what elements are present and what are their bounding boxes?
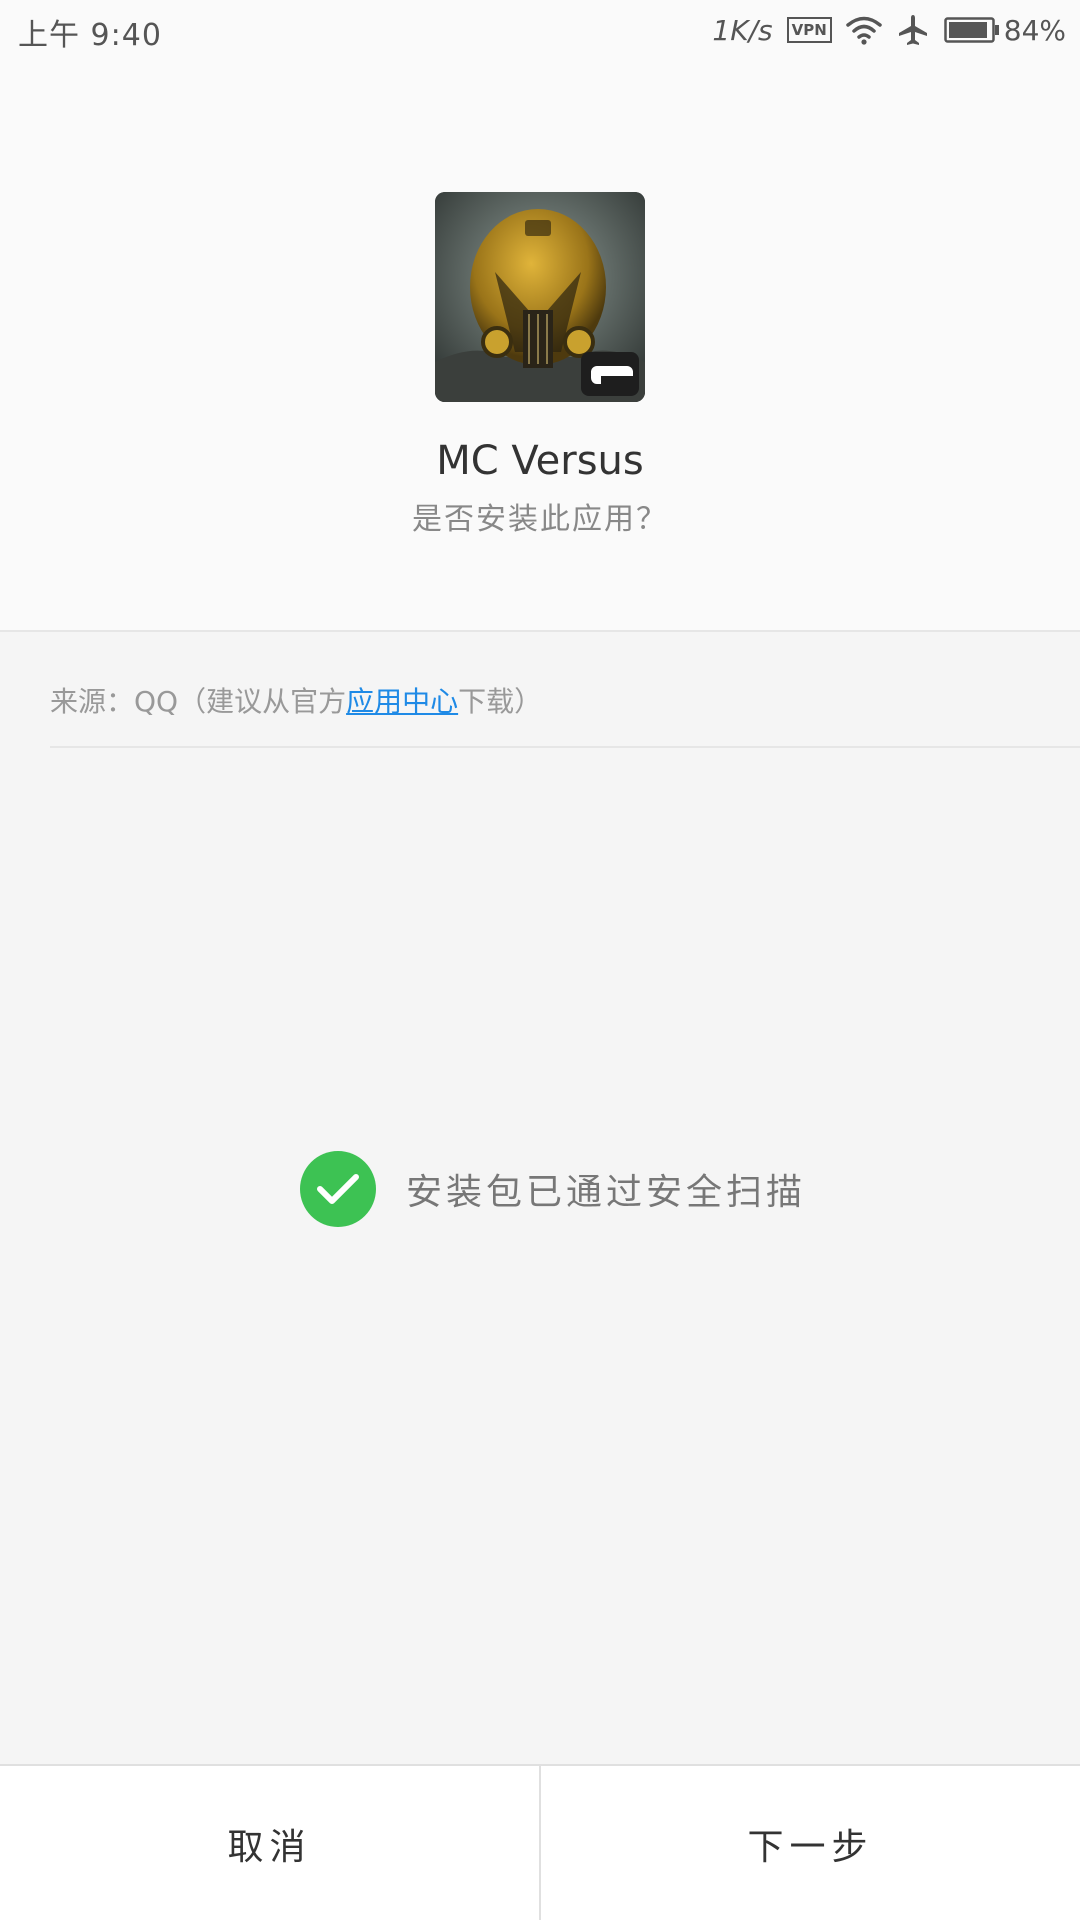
- install-screen: 上午 9:40 1K/s VPN 84% MC Versus 是否安装此应用？ …: [0, 0, 1080, 1920]
- divider: [50, 746, 1080, 748]
- battery-percent: 84%: [1003, 13, 1066, 47]
- check-circle-icon: [300, 1151, 376, 1227]
- install-question: 是否安装此应用？: [412, 502, 668, 537]
- source-suffix: 下载）: [458, 685, 543, 718]
- app-icon: [435, 192, 645, 402]
- game-icon: [435, 192, 645, 402]
- status-icons: 1K/s VPN 84%: [712, 8, 1066, 52]
- wifi-icon: [846, 16, 882, 45]
- status-time: 上午 9:40: [18, 18, 162, 53]
- action-bar: 取消 下一步: [0, 1764, 1080, 1920]
- battery-indicator: 84%: [944, 14, 1066, 47]
- cancel-button[interactable]: 取消: [0, 1766, 539, 1920]
- app-center-link[interactable]: 应用中心: [346, 685, 458, 718]
- battery-icon: [944, 17, 999, 43]
- vpn-icon: VPN: [786, 17, 832, 43]
- scan-status: 安装包已通过安全扫描: [300, 1151, 806, 1227]
- app-header: MC Versus 是否安装此应用？: [0, 62, 1080, 632]
- source-prefix: 来源：QQ（建议从官方: [50, 685, 347, 718]
- checkmark-icon: [317, 1174, 359, 1204]
- app-name: MC Versus: [436, 438, 644, 484]
- airplane-icon: [898, 15, 927, 45]
- net-speed: 1K/s: [712, 13, 773, 47]
- next-button[interactable]: 下一步: [541, 1766, 1080, 1920]
- status-bar: 上午 9:40 1K/s VPN 84%: [0, 0, 1080, 62]
- scan-text: 安装包已通过安全扫描: [406, 1172, 807, 1213]
- source-info: 来源：QQ（建议从官方应用中心下载）: [50, 680, 542, 720]
